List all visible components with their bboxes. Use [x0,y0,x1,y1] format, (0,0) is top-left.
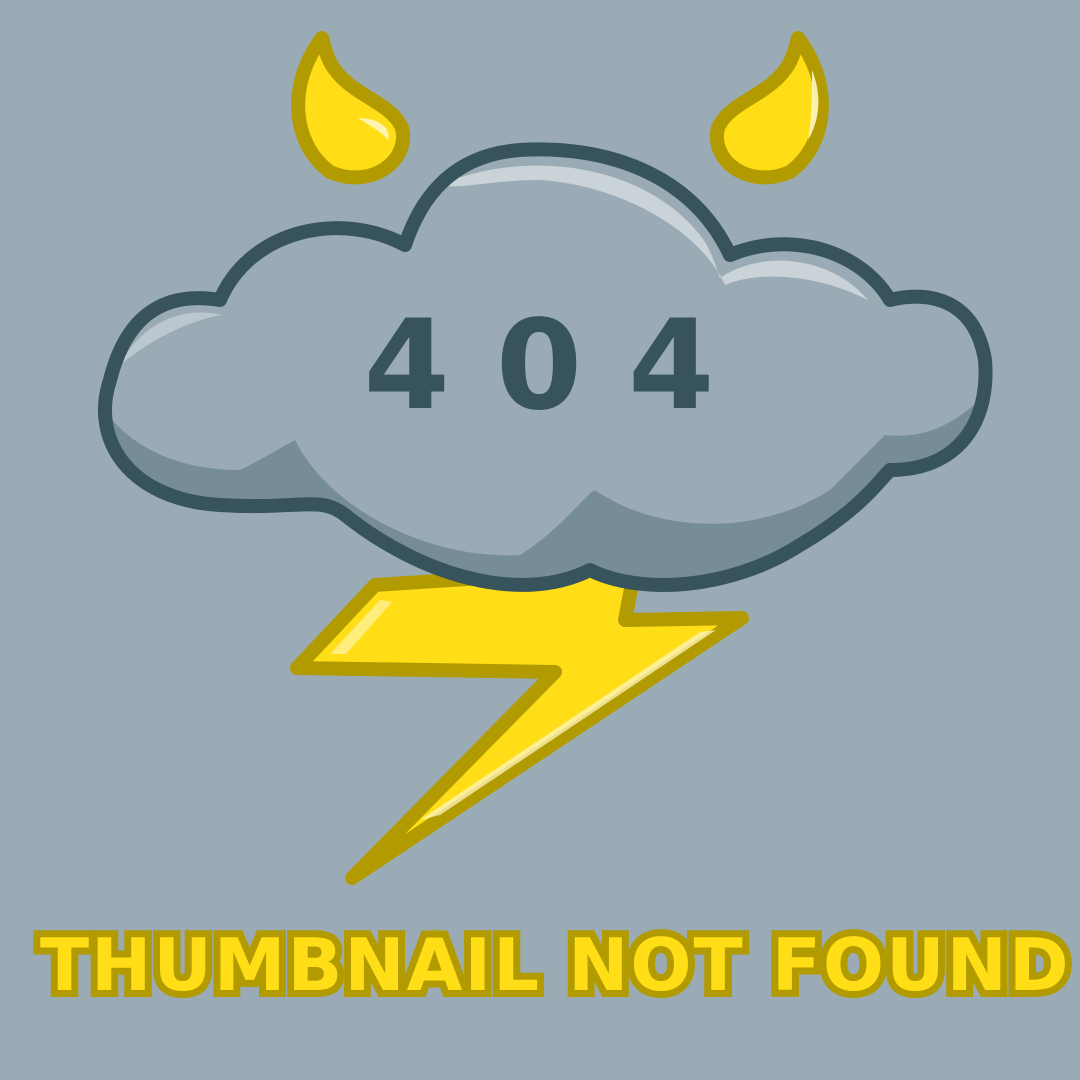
devil-horn-icon [291,31,411,185]
thumbnail-not-found-graphic: 404 THUMBNAIL NOT FOUND [0,0,1080,1080]
devil-horn-icon [709,31,829,185]
lightning-bolt-icon [290,561,749,885]
error-message: THUMBNAIL NOT FOUND [33,916,1076,1014]
error-code-text: 404 [364,294,761,438]
